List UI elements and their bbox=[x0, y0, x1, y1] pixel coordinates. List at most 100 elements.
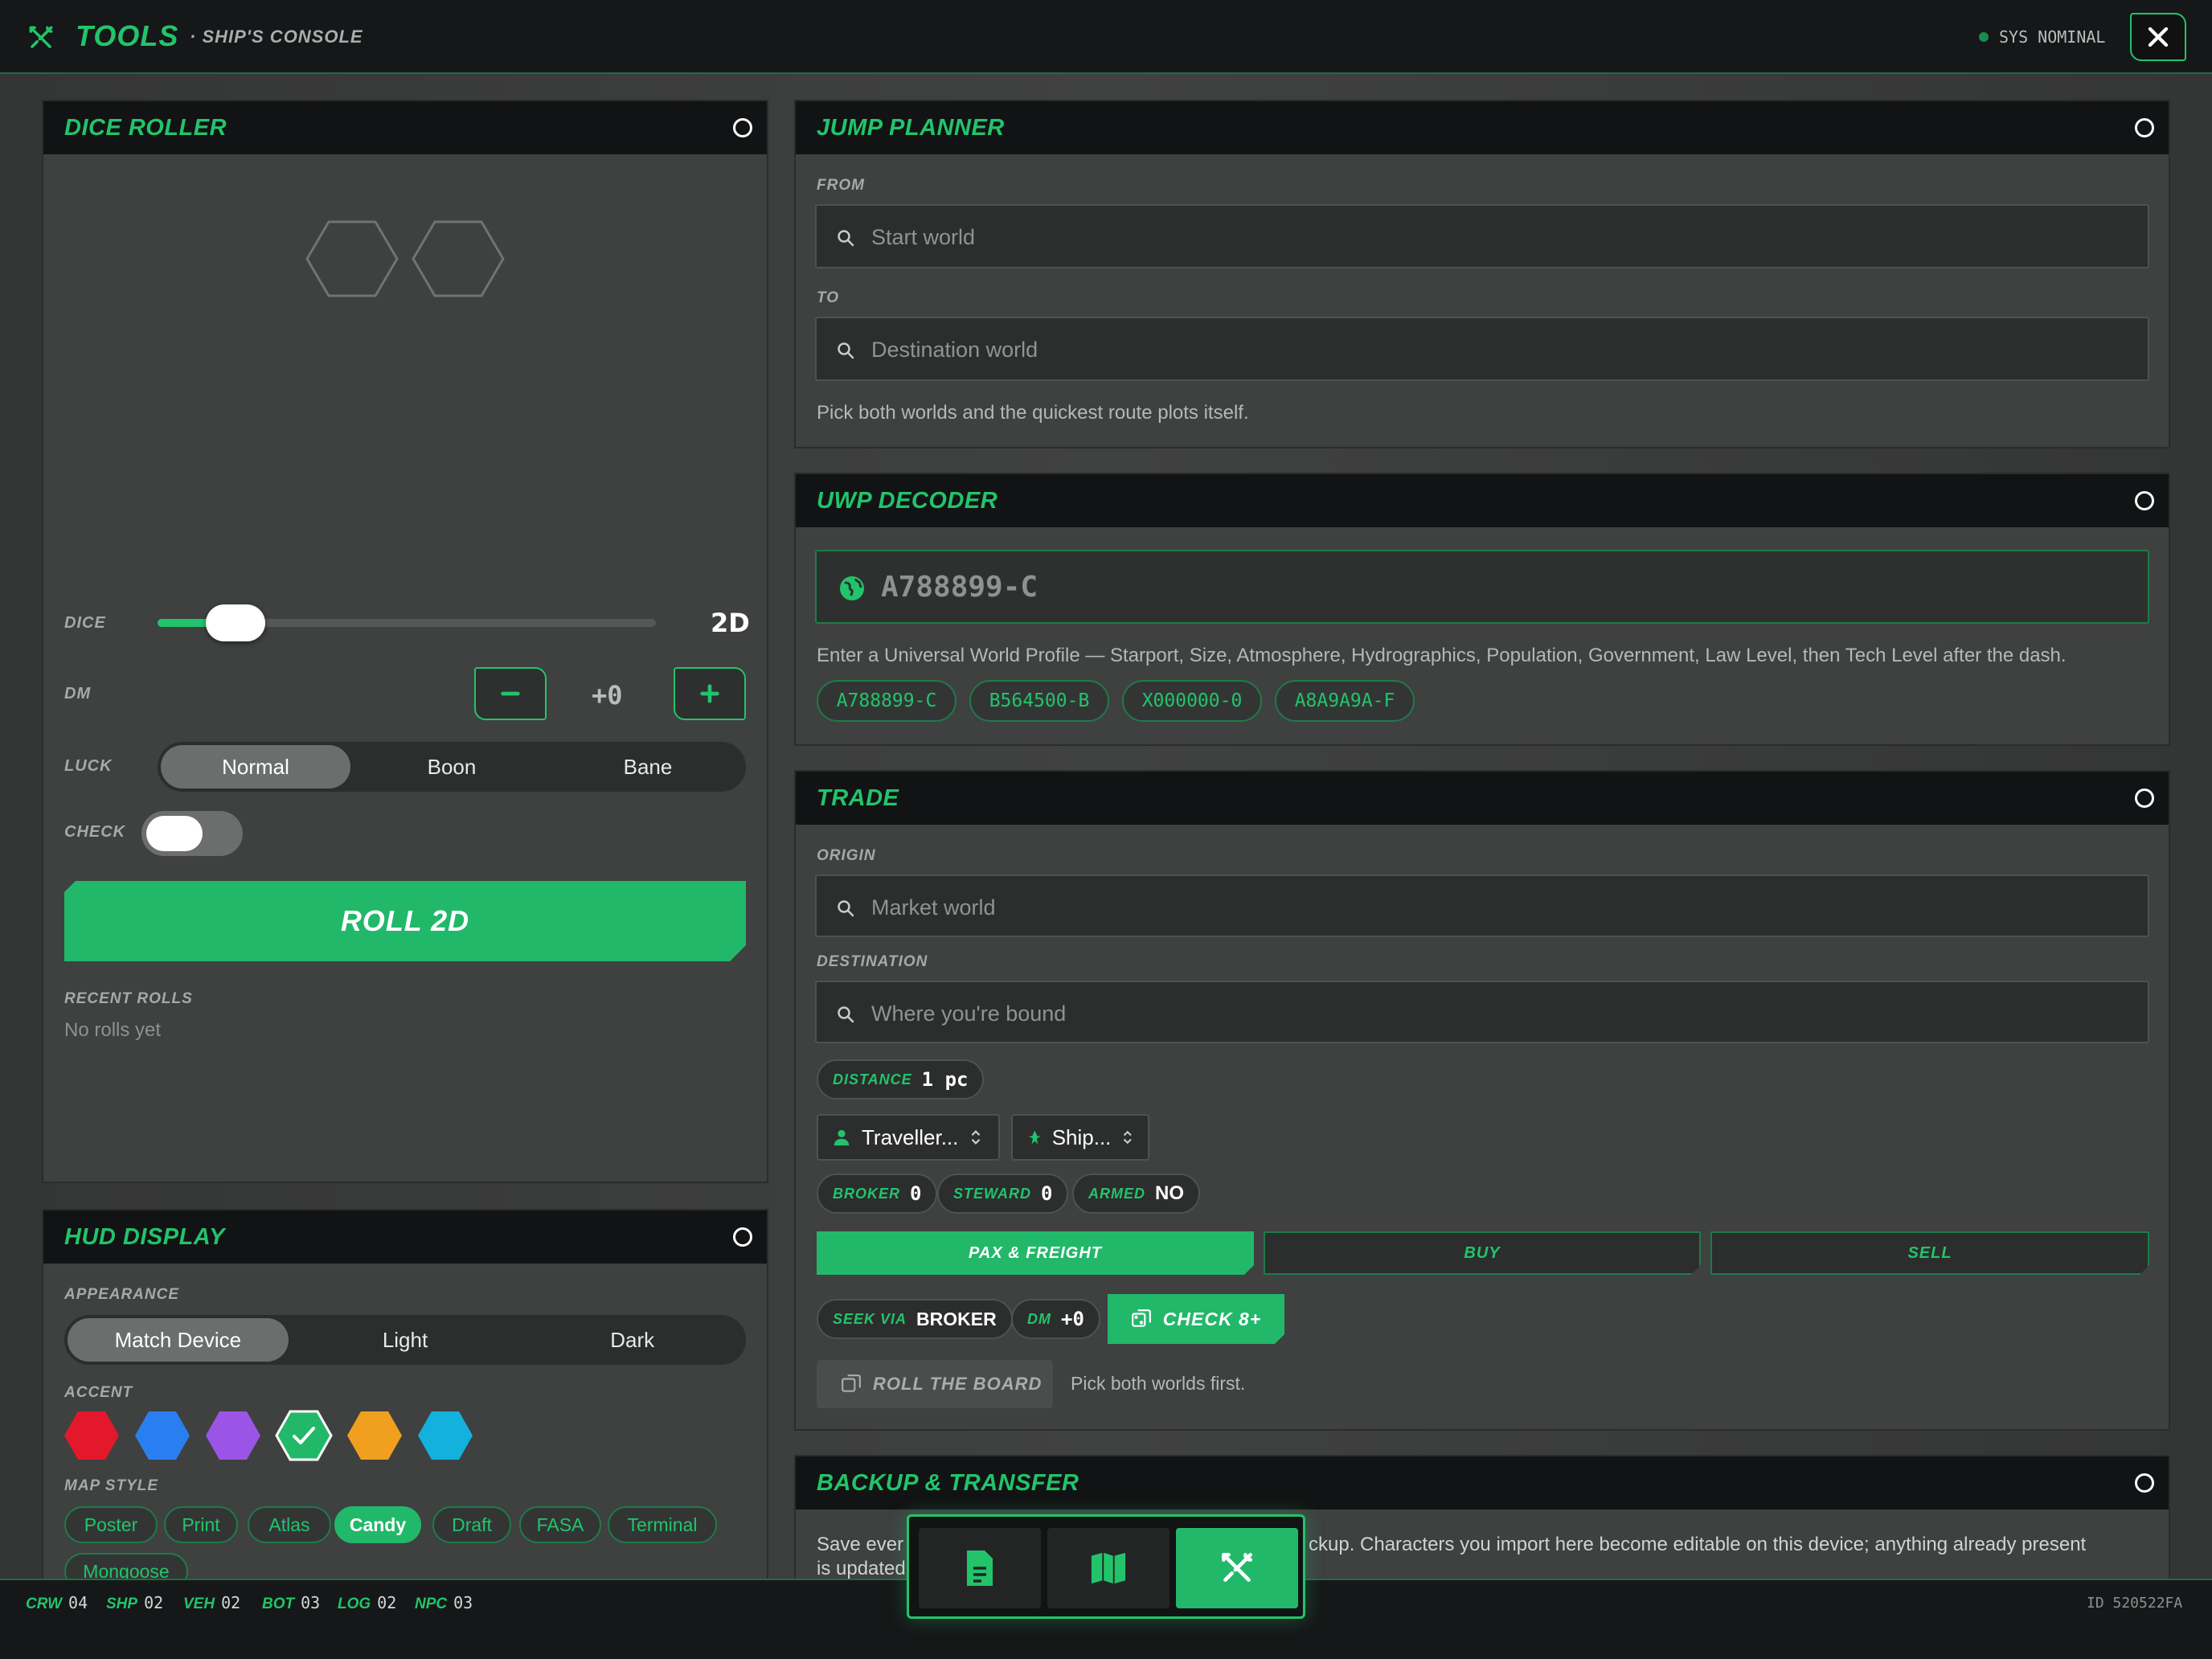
to-label: TO bbox=[817, 289, 840, 306]
page-subtitle: · SHIP'S CONSOLE bbox=[190, 27, 363, 47]
from-search-input[interactable]: Start world bbox=[815, 204, 2149, 268]
dice-icon bbox=[1131, 1309, 1152, 1329]
map-style-terminal[interactable]: Terminal bbox=[608, 1506, 717, 1543]
broker-label: BROKER bbox=[833, 1185, 901, 1202]
tab-pax-freight[interactable]: PAX & FREIGHT bbox=[817, 1231, 1254, 1275]
map-style-draft[interactable]: Draft bbox=[432, 1506, 511, 1543]
luck-option-bane[interactable]: Bane bbox=[553, 745, 743, 789]
check-toggle[interactable] bbox=[141, 811, 243, 856]
collapse-toggle-icon[interactable] bbox=[2135, 789, 2154, 808]
search-icon bbox=[838, 900, 854, 917]
uwp-example-chip[interactable]: X000000-0 bbox=[1122, 680, 1262, 722]
appearance-segmented-control: Match Device Light Dark bbox=[64, 1315, 746, 1365]
close-icon bbox=[2148, 27, 2169, 47]
stat-vehicles: VEH 02 bbox=[183, 1593, 241, 1612]
check-button[interactable]: CHECK 8+ bbox=[1108, 1294, 1284, 1344]
tab-sell[interactable]: SELL bbox=[1710, 1231, 2149, 1275]
uwp-example-chip[interactable]: A8A9A9A-F bbox=[1275, 680, 1415, 722]
check-button-label: CHECK 8+ bbox=[1162, 1308, 1262, 1329]
luck-option-normal[interactable]: Normal bbox=[161, 745, 350, 789]
dice-slider-handle[interactable] bbox=[206, 604, 265, 641]
steward-tag[interactable]: STEWARD 0 bbox=[937, 1174, 1069, 1214]
luck-label: LUCK bbox=[64, 757, 113, 775]
toggle-knob bbox=[146, 816, 203, 851]
collapse-toggle-icon[interactable] bbox=[733, 1227, 752, 1247]
uwp-input[interactable]: A788899-C bbox=[815, 550, 2149, 624]
accent-swatch-green[interactable] bbox=[275, 1410, 333, 1461]
traveller-select[interactable]: Traveller... bbox=[817, 1114, 1000, 1161]
check-label: CHECK bbox=[64, 823, 126, 841]
distance-tag[interactable]: DISTANCE 1 pc bbox=[817, 1059, 985, 1100]
panel-header: DICE ROLLER bbox=[43, 101, 767, 154]
appearance-option-match-device[interactable]: Match Device bbox=[68, 1318, 289, 1362]
stat-crew: CRW 04 bbox=[26, 1593, 88, 1612]
map-style-candy[interactable]: Candy bbox=[334, 1506, 421, 1543]
stat-bots: BOT 03 bbox=[262, 1593, 321, 1612]
dock-tools-button[interactable] bbox=[1176, 1528, 1298, 1608]
uwp-example-chip[interactable]: A788899-C bbox=[817, 680, 956, 722]
panel-title: DICE ROLLER bbox=[64, 115, 227, 141]
panel-header: JUMP PLANNER bbox=[796, 101, 2169, 154]
tools-icon bbox=[1222, 1553, 1252, 1582]
status-dot bbox=[1979, 32, 1989, 42]
dm-increment-button[interactable] bbox=[674, 667, 746, 720]
tab-buy[interactable]: BUY bbox=[1264, 1231, 1701, 1275]
roll-button[interactable]: ROLL 2D bbox=[64, 881, 746, 961]
person-icon bbox=[834, 1129, 850, 1146]
dice-icon bbox=[842, 1374, 861, 1392]
origin-search-input[interactable]: Market world bbox=[815, 875, 2149, 937]
map-style-poster[interactable]: Poster bbox=[64, 1506, 158, 1543]
search-icon bbox=[838, 230, 854, 247]
dock-documents-button[interactable] bbox=[919, 1528, 1041, 1608]
top-bar: TOOLS · SHIP'S CONSOLE SYS NOMINAL bbox=[0, 0, 2212, 74]
broker-value: 0 bbox=[910, 1182, 922, 1205]
seek-via-value: BROKER bbox=[916, 1308, 997, 1329]
device-id: ID 520522FA bbox=[2087, 1595, 2183, 1612]
armed-tag[interactable]: ARMED NO bbox=[1072, 1174, 1200, 1214]
distance-label: DISTANCE bbox=[833, 1071, 912, 1088]
jump-hint: Pick both worlds and the quickest route … bbox=[817, 402, 1249, 424]
trade-dm-tag[interactable]: DM +0 bbox=[1011, 1299, 1100, 1339]
panel-header: HUD DISPLAY bbox=[43, 1210, 767, 1264]
ship-select[interactable]: Ship... bbox=[1011, 1114, 1149, 1161]
dm-label: DM bbox=[64, 685, 92, 703]
backup-text-line2: is updated bbox=[817, 1558, 906, 1579]
dock-map-button[interactable] bbox=[1047, 1528, 1169, 1608]
die-2 bbox=[412, 220, 505, 297]
origin-placeholder: Market world bbox=[871, 895, 996, 920]
page-title: TOOLS bbox=[76, 19, 179, 52]
destination-placeholder: Where you're bound bbox=[871, 1002, 1067, 1026]
panel-header: BACKUP & TRANSFER bbox=[796, 1456, 2169, 1509]
appearance-option-dark[interactable]: Dark bbox=[522, 1318, 743, 1362]
jump-planner-panel: JUMP PLANNER bbox=[794, 100, 2170, 449]
luck-option-boon[interactable]: Boon bbox=[357, 745, 547, 789]
seek-via-tag[interactable]: SEEK VIA BROKER bbox=[817, 1299, 1013, 1339]
steward-value: 0 bbox=[1041, 1182, 1053, 1205]
map-style-print[interactable]: Print bbox=[164, 1506, 238, 1543]
board-hint: Pick both worlds first. bbox=[1071, 1373, 1246, 1394]
map-icon bbox=[1091, 1552, 1126, 1584]
recent-rolls-label: RECENT ROLLS bbox=[64, 990, 193, 1007]
map-style-atlas[interactable]: Atlas bbox=[248, 1506, 331, 1543]
seek-via-label: SEEK VIA bbox=[833, 1310, 907, 1327]
collapse-toggle-icon[interactable] bbox=[2135, 491, 2154, 510]
luck-segmented-control: Normal Boon Bane bbox=[158, 742, 746, 792]
chevron-updown-icon bbox=[972, 1130, 981, 1145]
map-style-fasa[interactable]: FASA bbox=[519, 1506, 601, 1543]
panel-title: JUMP PLANNER bbox=[817, 115, 1005, 141]
bottom-dock bbox=[907, 1514, 1305, 1619]
to-search-input[interactable]: Destination world bbox=[815, 317, 2149, 381]
panel-title: BACKUP & TRANSFER bbox=[817, 1470, 1079, 1496]
destination-search-input[interactable]: Where you're bound bbox=[815, 981, 2149, 1043]
armed-label: ARMED bbox=[1088, 1185, 1145, 1202]
broker-tag[interactable]: BROKER 0 bbox=[817, 1174, 938, 1214]
appearance-option-light[interactable]: Light bbox=[295, 1318, 516, 1362]
collapse-toggle-icon[interactable] bbox=[2135, 118, 2154, 137]
uwp-value: A788899-C bbox=[881, 571, 1038, 604]
dm-decrement-button[interactable] bbox=[474, 667, 547, 720]
collapse-toggle-icon[interactable] bbox=[733, 118, 752, 137]
close-button[interactable] bbox=[2130, 13, 2186, 61]
roll-the-board-button[interactable]: ROLL THE BOARD bbox=[817, 1360, 1053, 1408]
collapse-toggle-icon[interactable] bbox=[2135, 1473, 2154, 1493]
uwp-example-chip[interactable]: B564500-B bbox=[969, 680, 1109, 722]
